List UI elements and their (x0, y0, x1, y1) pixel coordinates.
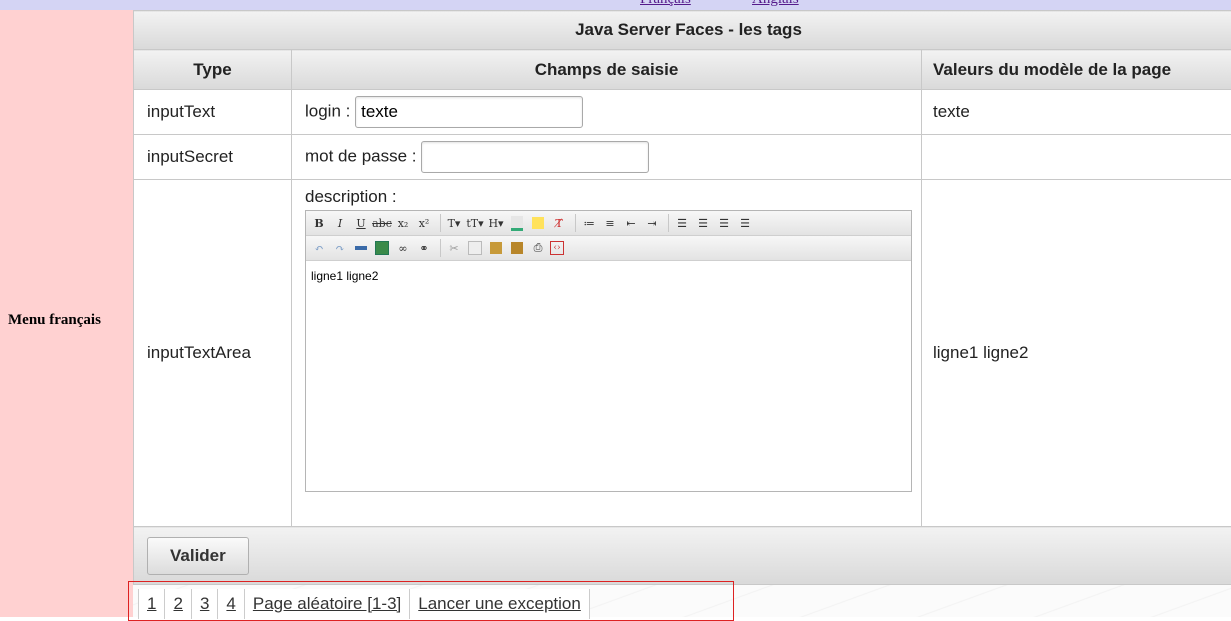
editor-toolbar-row-2: ↶ ↷ ∞ ⚭ ✂ ⎙ ‹› (306, 236, 911, 261)
model-value-cell: texte (922, 90, 1231, 135)
unordered-list-icon[interactable]: ≔ (580, 214, 598, 232)
login-label: login : (305, 101, 350, 120)
paste-text-icon[interactable] (508, 239, 526, 257)
page-link-3[interactable]: 3 (192, 589, 218, 619)
paste-icon[interactable] (487, 239, 505, 257)
clear-format-icon[interactable]: T̸ (550, 214, 568, 232)
outdent-icon[interactable]: ⇤ (622, 214, 640, 232)
underline-icon[interactable]: U (352, 214, 370, 232)
page-link-1[interactable]: 1 (139, 589, 165, 619)
type-cell: inputTextArea (134, 180, 292, 527)
sidebar: Menu français (0, 10, 133, 617)
description-label: description : (305, 187, 908, 207)
header-model-values: Valeurs du modèle de la page (922, 50, 1231, 90)
font-family-icon[interactable]: T▾ (445, 214, 463, 232)
field-cell: login : (292, 90, 922, 135)
table-footer: Valider (134, 527, 1231, 585)
heading-icon[interactable]: H▾ (487, 214, 505, 232)
password-input[interactable] (421, 141, 649, 173)
model-value-cell (922, 135, 1231, 180)
indent-icon[interactable]: ⇥ (643, 214, 661, 232)
subscript-icon[interactable]: x₂ (394, 214, 412, 232)
align-right-icon[interactable]: ☰ (715, 214, 733, 232)
print-icon[interactable]: ⎙ (529, 239, 547, 257)
menu-title: Menu français (8, 312, 101, 329)
unlink-icon[interactable]: ⚭ (415, 239, 433, 257)
type-cell: inputText (134, 90, 292, 135)
copy-icon[interactable] (466, 239, 484, 257)
justify-icon[interactable]: ☰ (736, 214, 754, 232)
table-row: inputText login : texte (134, 90, 1231, 135)
language-link-english[interactable]: Anglais (752, 0, 799, 8)
submit-button[interactable]: Valider (147, 537, 249, 575)
toolbar-separator (440, 214, 441, 232)
editor-toolbar-row-1: B I U abc x₂ x² T▾ tT▾ H▾ T̸ ≔ ≡ ⇤ (306, 211, 911, 236)
editor-text-area[interactable]: ligne1 ligne2 (306, 261, 911, 491)
field-cell: mot de passe : (292, 135, 922, 180)
align-center-icon[interactable]: ☰ (694, 214, 712, 232)
type-cell: inputSecret (134, 135, 292, 180)
highlight-icon[interactable] (529, 214, 547, 232)
model-value-cell: ligne1 ligne2 (922, 180, 1231, 527)
align-left-icon[interactable]: ☰ (673, 214, 691, 232)
language-bar: Français Anglais (0, 0, 1231, 10)
image-icon[interactable] (373, 239, 391, 257)
superscript-icon[interactable]: x² (415, 214, 433, 232)
throw-exception-link[interactable]: Lancer une exception (410, 589, 590, 619)
table-caption: Java Server Faces - les tags (134, 11, 1231, 50)
toolbar-separator (575, 214, 576, 232)
toolbar-separator (440, 239, 441, 257)
italic-icon[interactable]: I (331, 214, 349, 232)
rich-text-editor: B I U abc x₂ x² T▾ tT▾ H▾ T̸ ≔ ≡ ⇤ (305, 210, 912, 492)
header-type: Type (134, 50, 292, 90)
link-icon[interactable]: ∞ (394, 239, 412, 257)
footer-cell: Valider (134, 527, 1231, 585)
language-link-french[interactable]: Français (640, 0, 691, 8)
ordered-list-icon[interactable]: ≡ (601, 214, 619, 232)
toolbar-separator (668, 214, 669, 232)
font-size-icon[interactable]: tT▾ (466, 214, 484, 232)
page-link-2[interactable]: 2 (165, 589, 191, 619)
cut-icon[interactable]: ✂ (445, 239, 463, 257)
source-icon[interactable]: ‹› (550, 241, 564, 255)
password-label: mot de passe : (305, 146, 417, 165)
tags-table: Java Server Faces - les tags Type Champs… (133, 10, 1231, 585)
random-page-link[interactable]: Page aléatoire [1-3] (245, 589, 410, 619)
text-color-icon[interactable] (508, 214, 526, 232)
field-cell: description : B I U abc x₂ x² T▾ tT▾ H▾ … (292, 180, 922, 527)
login-input[interactable] (355, 96, 583, 128)
undo-icon[interactable]: ↶ (310, 239, 328, 257)
strikethrough-icon[interactable]: abc (373, 214, 391, 232)
table-row: inputSecret mot de passe : (134, 135, 1231, 180)
redo-icon[interactable]: ↷ (331, 239, 349, 257)
header-input-fields: Champs de saisie (292, 50, 922, 90)
pager: 1 2 3 4 Page aléatoire [1-3] Lancer une … (138, 589, 590, 619)
page-link-4[interactable]: 4 (218, 589, 244, 619)
table-row: inputTextArea description : B I U abc x₂… (134, 180, 1231, 527)
bold-icon[interactable]: B (310, 214, 328, 232)
horizontal-rule-icon[interactable] (352, 239, 370, 257)
